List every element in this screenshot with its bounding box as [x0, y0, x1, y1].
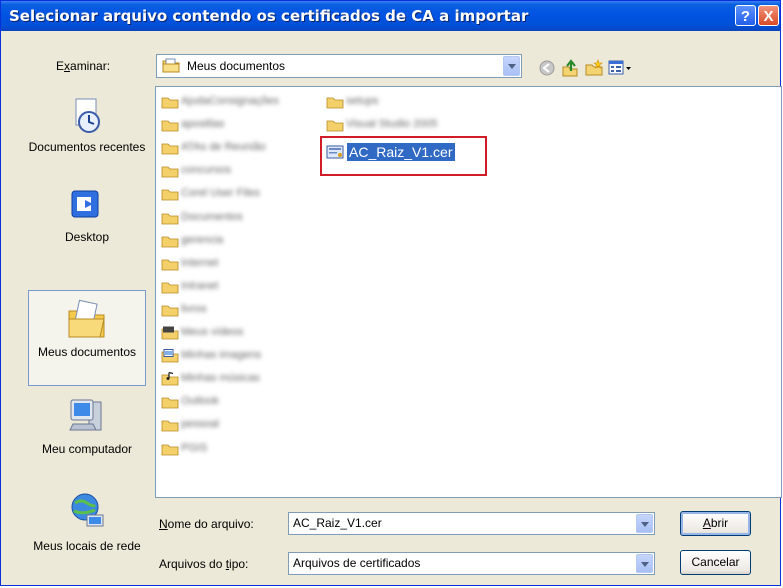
folder-icon — [161, 166, 179, 178]
place-label: Desktop — [64, 230, 110, 244]
filetype-label: Arquivos do tipo: — [159, 557, 249, 571]
filetype-dropdown-button[interactable] — [636, 554, 653, 573]
folder-icon — [161, 97, 179, 109]
place-network[interactable]: Meus locais de rede — [28, 491, 146, 554]
folder-icon — [161, 189, 179, 201]
back-icon[interactable] — [538, 59, 556, 77]
file-name: pessoal — [181, 418, 219, 431]
file-open-dialog: Selecionar arquivo contendo os certifica… — [0, 0, 782, 586]
file-name: setups — [346, 95, 379, 107]
file-name: livros — [181, 302, 207, 315]
file-name: Internet — [181, 256, 219, 269]
video-folder-icon — [161, 326, 179, 340]
file-name: PGIS — [181, 441, 208, 454]
place-my-computer[interactable]: Meu computador — [28, 394, 146, 457]
file-name: Minhas imagens — [181, 349, 262, 362]
filename-label: Nome do arquivo: — [159, 517, 254, 531]
file-name: Outlook — [181, 395, 219, 408]
folder-icon — [161, 305, 179, 317]
cancel-button[interactable]: Cancelar — [680, 550, 751, 575]
title-bar[interactable]: Selecionar arquivo contendo os certifica… — [1, 1, 780, 31]
dialog-title: Selecionar arquivo contendo os certifica… — [9, 7, 529, 25]
folder-icon — [161, 444, 179, 455]
folder-icon — [161, 120, 179, 132]
file-name: gerencia — [181, 233, 224, 246]
look-in-combo[interactable]: Meus documentos — [156, 54, 522, 78]
filename-value: AC_Raiz_V1.cer — [293, 516, 382, 530]
place-label: Meus documentos — [37, 345, 137, 359]
file-name: Corel User Files — [181, 187, 260, 200]
folder-icon — [161, 259, 179, 271]
image-folder-icon — [161, 349, 179, 363]
folder-icon — [326, 97, 344, 109]
file-name: apostilas — [181, 118, 225, 131]
look-in-dropdown-button[interactable] — [503, 56, 520, 76]
new-folder-icon[interactable] — [585, 59, 603, 77]
filename-dropdown-button[interactable] — [636, 514, 653, 533]
filename-input[interactable]: AC_Raiz_V1.cer — [288, 512, 655, 535]
file-name: concursos — [181, 164, 232, 177]
folder-icon — [161, 282, 179, 294]
place-label: Meus locais de rede — [33, 539, 141, 553]
place-recent-documents[interactable]: Documentos recentes — [28, 96, 146, 155]
help-button[interactable]: ? — [735, 5, 756, 26]
desktop-icon — [71, 190, 99, 218]
place-my-documents[interactable]: Meus documentos — [28, 290, 146, 386]
file-name: Documentos — [181, 210, 243, 223]
filetype-select[interactable]: Arquivos de certificados — [288, 552, 655, 575]
my-computer-icon — [69, 399, 102, 431]
place-label: Meu computador — [41, 442, 133, 456]
file-name: Meus vídeos — [181, 326, 244, 338]
up-folder-icon[interactable] — [561, 59, 579, 77]
recent-documents-icon — [75, 98, 100, 133]
filetype-value: Arquivos de certificados — [293, 556, 421, 570]
open-button[interactable]: Abrir — [680, 511, 751, 536]
file-name: Visual Studio 2005 — [346, 118, 438, 131]
file-name: Intranet — [181, 279, 219, 292]
network-places-icon — [71, 493, 104, 527]
file-name: AjudaConsignações — [181, 95, 279, 107]
annotation-highlight-box — [320, 136, 487, 176]
file-name: Minhas músicas — [181, 372, 260, 385]
music-folder-icon — [161, 372, 179, 386]
folder-icon — [161, 397, 179, 409]
places-bar: Documentos recentes Desktop Meus documen… — [3, 86, 151, 586]
close-button[interactable]: X — [758, 5, 779, 26]
view-menu-icon[interactable] — [608, 59, 632, 77]
look-in-label: Examinar: — [56, 59, 111, 73]
place-desktop[interactable]: Desktop — [28, 186, 146, 245]
folder-icon — [161, 213, 179, 224]
place-label: Documentos recentes — [28, 140, 146, 154]
file-name: ATAs de Reunião — [181, 141, 266, 154]
my-documents-icon — [68, 299, 105, 338]
folder-icon — [161, 143, 179, 155]
look-in-value: Meus documentos — [187, 59, 286, 73]
folder-icon — [161, 236, 179, 247]
folder-icon — [326, 120, 344, 132]
my-documents-icon — [162, 58, 180, 73]
folder-icon — [161, 420, 179, 432]
